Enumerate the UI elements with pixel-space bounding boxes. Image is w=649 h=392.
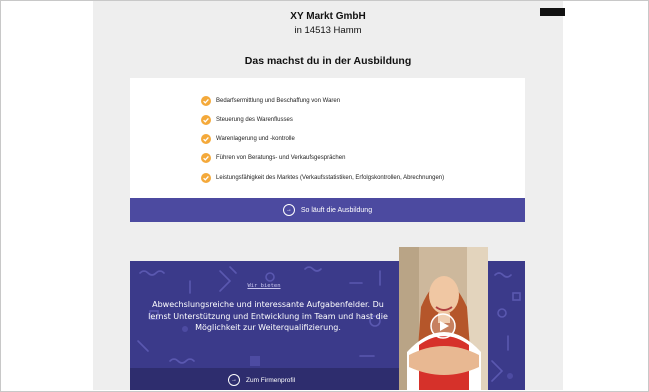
task-item: Steuerung des Warenflusses <box>201 114 293 126</box>
company-profile-button-label: Zum Firmenprofil <box>246 376 296 384</box>
check-circle-icon <box>201 96 211 106</box>
task-item: Bedarfsermittlung und Beschaffung von Wa… <box>201 95 340 107</box>
task-label: Warenlagerung und -kontrolle <box>216 136 295 142</box>
training-process-button-label: So läuft die Ausbildung <box>300 206 373 214</box>
check-circle-icon <box>201 115 211 125</box>
check-circle-icon <box>201 134 211 144</box>
play-icon[interactable] <box>430 313 456 339</box>
training-process-button[interactable]: → So läuft die Ausbildung <box>130 198 525 222</box>
arrow-circle-icon: → <box>282 204 295 216</box>
check-circle-icon <box>201 153 211 163</box>
check-circle-icon <box>201 173 211 183</box>
task-item: Leistungsfähigkeit des Marktes (Verkaufs… <box>201 172 444 184</box>
task-label: Leistungsfähigkeit des Marktes (Verkaufs… <box>216 175 445 181</box>
section-title: Das machst du in der Ausbildung <box>244 55 412 67</box>
task-label: Führen von Beratungs- und Verkaufsgesprä… <box>216 155 346 161</box>
company-profile-button[interactable]: → Zum Firmenprofil <box>228 374 295 386</box>
company-location: in 14513 Hamm <box>294 25 362 36</box>
task-label: Bedarfsermittlung und Beschaffung von Wa… <box>216 98 341 104</box>
task-item: Warenlagerung und -kontrolle <box>201 133 295 145</box>
offer-description: Abwechslungsreiche und interessante Aufg… <box>148 300 388 332</box>
arrow-circle-icon: → <box>228 374 240 386</box>
offer-kicker: Wir bieten <box>247 283 281 289</box>
company-name: XY Markt GmbH <box>290 11 366 22</box>
task-card: Bedarfsermittlung und Beschaffung von Wa… <box>130 78 525 198</box>
task-label: Steuerung des Warenflusses <box>216 117 293 123</box>
task-item: Führen von Beratungs- und Verkaufsgesprä… <box>201 152 345 164</box>
